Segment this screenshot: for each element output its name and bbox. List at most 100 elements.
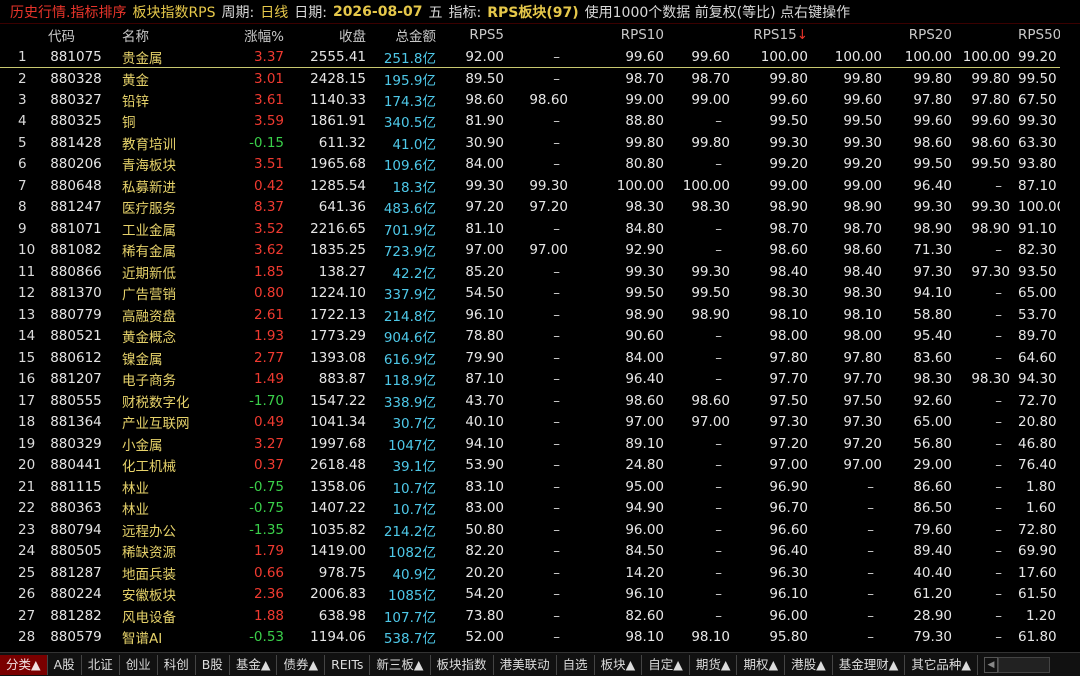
table-row[interactable]: 22 880363 林业 -0.75 1407.22 10.7亿 83.00 – 94.90 – 9… bbox=[0, 498, 1060, 520]
bottom-tab[interactable]: 板块▲ bbox=[595, 655, 643, 675]
table-row[interactable]: 13 880779 高融资盘 2.61 1722.13 214.8亿 96.10 – 98.90… bbox=[0, 304, 1060, 326]
bottom-tab[interactable]: 自选 bbox=[557, 655, 595, 675]
col-header-rps15[interactable]: RPS15↓ bbox=[734, 24, 812, 46]
table-row[interactable]: 25 881287 地面兵装 0.66 978.75 40.9亿 20.20 – 14.20 – 9… bbox=[0, 562, 1060, 584]
stock-name[interactable]: 风电设备 bbox=[108, 605, 218, 627]
stock-code: 880325 bbox=[50, 113, 102, 130]
table-row[interactable]: 28 880579 智谱AI -0.53 1194.06 538.7亿 52.00 – 98.1… bbox=[0, 627, 1060, 649]
stock-name[interactable]: 工业金属 bbox=[108, 218, 218, 240]
bottom-tab[interactable]: REITs bbox=[325, 655, 371, 675]
col-header-rps20b[interactable] bbox=[956, 24, 1014, 46]
period-value[interactable]: 日线 bbox=[260, 2, 288, 22]
rps10-value: 98.90 bbox=[625, 306, 664, 323]
table-row[interactable]: 1 881075 贵金属 3.37 2555.41 251.8亿 92.00–99.60 99… bbox=[0, 46, 1060, 68]
col-header-name[interactable]: 名称 bbox=[108, 24, 218, 46]
table-row[interactable]: 26 880224 安徽板块 2.36 2006.83 1085亿 54.20 – 96.10 –… bbox=[0, 584, 1060, 606]
stock-name[interactable]: 林业 bbox=[108, 476, 218, 498]
col-header-rps5b[interactable] bbox=[508, 24, 572, 46]
table-row[interactable]: 5 881428 教育培训 -0.15 611.32 41.0亿 30.90 – 99.80 99… bbox=[0, 132, 1060, 154]
bottom-tab[interactable]: 基金▲ bbox=[230, 655, 278, 675]
bottom-tab[interactable]: 港股▲ bbox=[785, 655, 833, 675]
col-header-code[interactable]: 代码 bbox=[44, 24, 108, 46]
bottom-tab[interactable]: 基金理财▲ bbox=[833, 655, 906, 675]
table-row[interactable]: 19 880329 小金属 3.27 1997.68 1047亿 94.10 – 89.10 – 9… bbox=[0, 433, 1060, 455]
col-header-close[interactable]: 收盘 bbox=[288, 24, 370, 46]
table-row[interactable]: 7 880648 私募新进 0.42 1285.54 18.3亿 99.30 99.30 100… bbox=[0, 175, 1060, 197]
stock-name[interactable]: 铅锌 bbox=[108, 89, 218, 111]
table-row[interactable]: 9 881071 工业金属 3.52 2216.65 701.9亿 81.10 – 84.80 –… bbox=[0, 218, 1060, 240]
col-header-rps5[interactable]: RPS5 bbox=[440, 24, 508, 46]
bottom-tab[interactable]: 期权▲ bbox=[737, 655, 786, 675]
stock-name[interactable]: 青海板块 bbox=[108, 154, 218, 176]
rps10b-value: 99.30 bbox=[691, 263, 730, 280]
col-header-rps20[interactable]: RPS20 bbox=[886, 24, 956, 46]
stock-name[interactable]: 产业互联网 bbox=[108, 412, 218, 434]
date-value[interactable]: 2026-08-07 bbox=[333, 4, 423, 20]
total-amount: 538.7亿 bbox=[383, 631, 436, 648]
table-row[interactable]: 11 880866 近期新低 1.85 138.27 42.2亿 85.20 – 99.30 99… bbox=[0, 261, 1060, 283]
bottom-tab[interactable]: 自定▲ bbox=[642, 655, 690, 675]
table-row[interactable]: 14 880521 黄金概念 1.93 1773.29 904.6亿 78.80 – 90.60… bbox=[0, 326, 1060, 348]
stock-name[interactable]: 财税数字化 bbox=[108, 390, 218, 412]
stock-name[interactable]: 林业 bbox=[108, 498, 218, 520]
bottom-tab[interactable]: 创业 bbox=[120, 655, 158, 675]
bottom-tab[interactable]: 板块指数 bbox=[431, 655, 494, 675]
col-header-rps15b[interactable] bbox=[812, 24, 886, 46]
stock-name[interactable]: 化工机械 bbox=[108, 455, 218, 477]
stock-name[interactable]: 地面兵装 bbox=[108, 562, 218, 584]
table-row[interactable]: 27 881282 风电设备 1.88 638.98 107.7亿 73.80 – 82.60 –… bbox=[0, 605, 1060, 627]
bottom-tab[interactable]: 新三板▲ bbox=[370, 655, 431, 675]
bottom-tab[interactable]: 北证 bbox=[82, 655, 120, 675]
stock-name[interactable]: 电子商务 bbox=[108, 369, 218, 391]
table-row[interactable]: 3 880327 铅锌 3.61 1140.33 174.3亿 98.60 98.60 99.0… bbox=[0, 89, 1060, 111]
table-row[interactable]: 24 880505 稀缺资源 1.79 1419.00 1082亿 82.20 – 84.50 –… bbox=[0, 541, 1060, 563]
bottom-tab[interactable]: B股 bbox=[196, 655, 230, 675]
stock-name[interactable]: 广告营销 bbox=[108, 283, 218, 305]
col-header-rps50[interactable]: RPS50 bbox=[1014, 24, 1060, 46]
stock-name[interactable]: 贵金属 bbox=[108, 46, 218, 68]
table-row[interactable]: 8 881247 医疗服务 8.37 641.36 483.6亿 97.20 97.20 98.… bbox=[0, 197, 1060, 219]
stock-name[interactable]: 医疗服务 bbox=[108, 197, 218, 219]
stock-name[interactable]: 黄金概念 bbox=[108, 326, 218, 348]
table-row[interactable]: 23 880794 远程办公 -1.35 1035.82 214.2亿 50.80 – 96.0… bbox=[0, 519, 1060, 541]
table-row[interactable]: 4 880325 铜 3.59 1861.91 340.5亿 81.90 – 88.80 – 99.… bbox=[0, 111, 1060, 133]
table-row[interactable]: 6 880206 青海板块 3.51 1965.68 109.6亿 84.00 – 80.80 –… bbox=[0, 154, 1060, 176]
stock-name[interactable]: 镍金属 bbox=[108, 347, 218, 369]
col-header-rps10b[interactable] bbox=[668, 24, 734, 46]
stock-name[interactable]: 近期新低 bbox=[108, 261, 218, 283]
stock-name[interactable]: 智谱AI bbox=[108, 627, 218, 649]
col-header-change[interactable]: 涨幅% bbox=[218, 24, 288, 46]
table-row[interactable]: 10 881082 稀有金属 3.62 1835.25 723.9亿 97.00 97.00 9… bbox=[0, 240, 1060, 262]
stock-name[interactable]: 小金属 bbox=[108, 433, 218, 455]
bottom-tab[interactable]: 科创 bbox=[158, 655, 196, 675]
bottom-tab[interactable]: 期货▲ bbox=[690, 655, 738, 675]
table-row[interactable]: 16 881207 电子商务 1.49 883.87 118.9亿 87.10 – 96.40 –… bbox=[0, 369, 1060, 391]
stock-name[interactable]: 黄金 bbox=[108, 68, 218, 90]
table-row[interactable]: 21 881115 林业 -0.75 1358.06 10.7亿 83.10 – 95.00 – 9… bbox=[0, 476, 1060, 498]
horizontal-scrollbar[interactable] bbox=[997, 656, 1050, 673]
bottom-tab[interactable]: 分类▲ bbox=[0, 655, 48, 675]
bottom-tab[interactable]: 港美联动 bbox=[494, 655, 557, 675]
stock-name[interactable]: 稀有金属 bbox=[108, 240, 218, 262]
table-row[interactable]: 18 881364 产业互联网 0.49 1041.34 30.7亿 40.10 – 97.00… bbox=[0, 412, 1060, 434]
col-header-amount[interactable]: 总金额 bbox=[370, 24, 440, 46]
table-row[interactable]: 17 880555 财税数字化 -1.70 1547.22 338.9亿 43.70 – 98.… bbox=[0, 390, 1060, 412]
stock-name[interactable]: 教育培训 bbox=[108, 132, 218, 154]
stock-name[interactable]: 铜 bbox=[108, 111, 218, 133]
table-row[interactable]: 20 880441 化工机械 0.37 2618.48 39.1亿 53.90 – 24.80 –… bbox=[0, 455, 1060, 477]
indicator-value[interactable]: RPS板块(97) bbox=[487, 2, 578, 22]
bottom-tab[interactable]: A股 bbox=[48, 655, 82, 675]
stock-name[interactable]: 高融资盘 bbox=[108, 304, 218, 326]
table-row[interactable]: 2 880328 黄金 3.01 2428.15 195.9亿 89.50 – 98.70 98.… bbox=[0, 68, 1060, 90]
row-index: 17 bbox=[18, 392, 36, 409]
stock-name[interactable]: 安徽板块 bbox=[108, 584, 218, 606]
table-row[interactable]: 12 881370 广告营销 0.80 1224.10 337.9亿 54.50 – 99.50… bbox=[0, 283, 1060, 305]
stock-name[interactable]: 稀缺资源 bbox=[108, 541, 218, 563]
col-header-rps10[interactable]: RPS10 bbox=[572, 24, 668, 46]
table-row[interactable]: 15 880612 镍金属 2.77 1393.08 616.9亿 79.90 – 84.00 –… bbox=[0, 347, 1060, 369]
bottom-tab[interactable]: 债券▲ bbox=[277, 655, 326, 675]
bottom-tab[interactable]: 其它品种▲ bbox=[905, 655, 978, 675]
scroll-left-icon[interactable]: ◀ bbox=[983, 656, 998, 673]
stock-name[interactable]: 私募新进 bbox=[108, 175, 218, 197]
stock-name[interactable]: 远程办公 bbox=[108, 519, 218, 541]
